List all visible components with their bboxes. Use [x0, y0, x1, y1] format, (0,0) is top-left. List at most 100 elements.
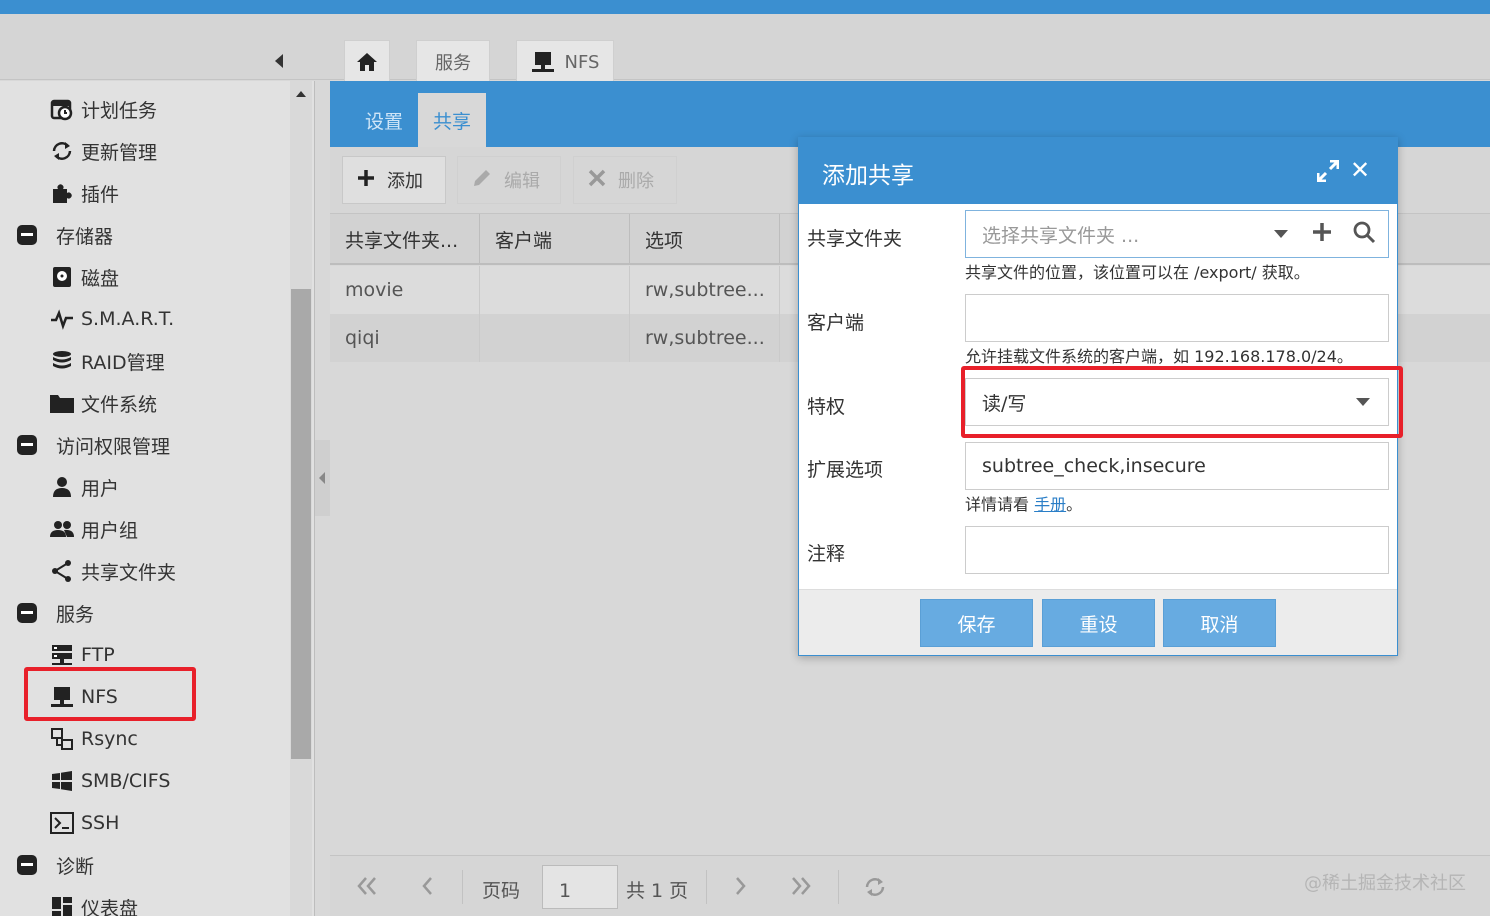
sidebar-item-filesystems[interactable]: 文件系统 [0, 383, 157, 423]
save-button[interactable]: 保存 [920, 599, 1033, 647]
sidebar-item-raid-management[interactable]: RAID管理 [0, 341, 165, 381]
sidebar-item-rsync[interactable]: Rsync [0, 719, 138, 759]
page-number-input[interactable]: 1 [542, 865, 618, 909]
comment-label: 注释 [807, 543, 846, 565]
sidebar-scrollbar-thumb[interactable] [291, 289, 311, 759]
sidebar-item-shared-folders[interactable]: 共享文件夹 [0, 551, 176, 591]
sidebar-group-label: 存储器 [56, 225, 114, 248]
reset-button[interactable]: 重设 [1042, 599, 1155, 647]
extra-options-value: subtree_check,insecure [982, 455, 1206, 477]
sidebar-group-storage[interactable]: 存储器 [0, 215, 113, 255]
breadcrumb-home[interactable] [344, 40, 390, 84]
sidebar: 计划任务 更新管理 插件 存储器 磁盘 S.M.A.R.T. RAID管理 文件… [0, 81, 315, 916]
page-total: 共 1 页 [626, 880, 689, 902]
dialog-header[interactable]: 添加共享 ✕ [799, 138, 1397, 204]
collapse-minus-icon[interactable] [14, 600, 40, 626]
sidebar-item-label: SSH [81, 812, 120, 834]
heartbeat-icon [49, 306, 75, 332]
chevron-down-icon[interactable] [1274, 230, 1288, 238]
collapse-minus-icon[interactable] [14, 222, 40, 248]
column-header-label: 客户端 [495, 229, 553, 252]
cell-client [480, 266, 630, 314]
sidebar-item-label: FTP [81, 644, 115, 666]
privilege-label: 特权 [807, 396, 846, 418]
sidebar-item-label: RAID管理 [81, 351, 165, 374]
sidebar-item-scheduled-jobs[interactable]: 计划任务 [0, 89, 157, 129]
shared-folder-label: 共享文件夹 [807, 228, 903, 250]
pager-separator [462, 870, 463, 904]
last-page-icon[interactable] [790, 876, 812, 901]
sidebar-item-disks[interactable]: 磁盘 [0, 257, 119, 297]
collapse-sidebar-icon[interactable] [275, 54, 283, 68]
sidebar-group-services[interactable]: 服务 [0, 593, 94, 633]
scroll-up-arrow-icon[interactable] [296, 91, 306, 97]
plus-icon[interactable] [1312, 222, 1332, 247]
breadcrumb-nfs[interactable]: NFS [516, 40, 614, 84]
cell-folder: qiqi [330, 314, 480, 362]
cell-folder: movie [330, 266, 480, 314]
disk-icon [49, 264, 75, 290]
add-button[interactable]: 添加 [342, 156, 446, 204]
shared-folder-hint: 共享文件的位置，该位置可以在 /export/ 获取。 [965, 263, 1310, 282]
sidebar-item-users[interactable]: 用户 [0, 467, 119, 507]
edit-button-label: 编辑 [504, 171, 540, 192]
comment-input[interactable] [965, 526, 1389, 574]
column-header-folder[interactable]: 共享文件夹... [330, 214, 480, 264]
edit-button[interactable]: 编辑 [457, 156, 561, 204]
breadcrumb-service[interactable]: 服务 [416, 40, 490, 84]
tab-share[interactable]: 共享 [418, 93, 486, 147]
sidebar-item-groups[interactable]: 用户组 [0, 509, 138, 549]
sidebar-item-smart[interactable]: S.M.A.R.T. [0, 299, 174, 339]
cell-options: rw,subtree... [630, 314, 780, 362]
sidebar-item-label: SMB/CIFS [81, 770, 171, 792]
delete-button-label: 删除 [618, 171, 654, 192]
collapse-minus-icon[interactable] [14, 852, 40, 878]
database-icon [49, 348, 75, 374]
search-icon[interactable] [1352, 220, 1376, 249]
dialog-footer: 保存 重设 取消 [799, 589, 1397, 655]
client-hint: 允许挂载文件系统的客户端，如 192.168.178.0/24。 [965, 347, 1353, 366]
hint-suffix: 。 [1066, 495, 1083, 514]
header-bar: 服务 NFS [0, 14, 1490, 84]
sidebar-item-dashboard[interactable]: 仪表盘 [0, 887, 138, 916]
refresh-icon[interactable] [864, 876, 886, 903]
pencil-icon [472, 168, 492, 193]
monitor-icon [531, 51, 555, 73]
hint-prefix: 详情请看 [965, 495, 1030, 514]
sidebar-group-access-rights[interactable]: 访问权限管理 [0, 425, 170, 465]
cancel-button-label: 取消 [1200, 613, 1239, 636]
tab-settings[interactable]: 设置 [344, 93, 424, 147]
column-header-options[interactable]: 选项 [630, 214, 780, 264]
maximize-icon[interactable] [1316, 159, 1340, 186]
sidebar-item-label: 共享文件夹 [81, 561, 177, 584]
shared-folder-placeholder: 选择共享文件夹 ... [982, 224, 1140, 247]
close-icon [588, 169, 606, 192]
column-header-client[interactable]: 客户端 [480, 214, 630, 264]
sidebar-item-smb[interactable]: SMB/CIFS [0, 761, 170, 801]
extra-options-label: 扩展选项 [807, 459, 884, 481]
sidebar-item-update-management[interactable]: 更新管理 [0, 131, 157, 171]
sidebar-item-ssh[interactable]: SSH [0, 803, 119, 843]
prev-page-icon[interactable] [420, 876, 434, 901]
manual-link[interactable]: 手册 [1034, 495, 1066, 514]
delete-button[interactable]: 删除 [573, 156, 677, 204]
sidebar-group-diagnostics[interactable]: 诊断 [0, 845, 94, 885]
cell-options: rw,subtree... [630, 266, 780, 314]
puzzle-icon [49, 180, 75, 206]
cancel-button[interactable]: 取消 [1163, 599, 1276, 647]
breadcrumb-service-label: 服务 [435, 53, 471, 74]
sidebar-item-plugins[interactable]: 插件 [0, 173, 119, 213]
sidebar-item-label: 文件系统 [81, 393, 158, 416]
extra-options-input[interactable]: subtree_check,insecure [965, 442, 1389, 490]
column-header-extra[interactable] [780, 214, 800, 264]
panel-splitter[interactable] [315, 440, 330, 516]
shared-folder-combo[interactable]: 选择共享文件夹 ... [965, 210, 1389, 258]
close-icon[interactable]: ✕ [1350, 158, 1370, 182]
client-input[interactable] [965, 294, 1389, 342]
first-page-icon[interactable] [356, 876, 378, 901]
sidebar-item-label: 计划任务 [81, 99, 158, 122]
pager-separator [838, 870, 839, 904]
next-page-icon[interactable] [734, 876, 748, 901]
collapse-minus-icon[interactable] [14, 432, 40, 458]
page-label: 页码 [482, 880, 521, 902]
